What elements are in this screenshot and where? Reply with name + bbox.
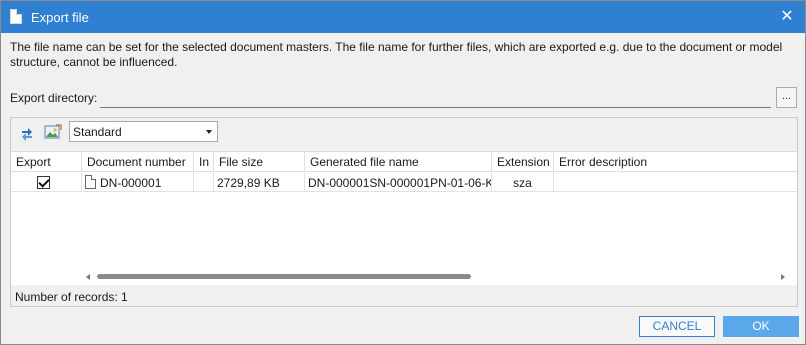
column-header-export[interactable]: Export (11, 152, 82, 172)
export-directory-label: Export directory: (10, 91, 98, 105)
scroll-left-icon[interactable] (86, 274, 90, 280)
export-directory-input[interactable] (100, 87, 771, 108)
table-row-error-description-cell (554, 173, 797, 192)
table-row-in-cell (194, 173, 214, 192)
document-icon (85, 175, 96, 189)
export-file-dialog: Export file ✕ The file name can be set f… (0, 0, 806, 345)
toolbar: Standard (11, 118, 797, 148)
export-table: Export Document number In File size Gene… (11, 151, 797, 285)
info-text: The file name can be set for the selecte… (10, 40, 783, 69)
column-header-error-description[interactable]: Error description (554, 152, 797, 172)
column-header-extension[interactable]: Extension (492, 152, 554, 172)
table-row-export-cell (11, 173, 82, 192)
record-count: Number of records: 1 (15, 290, 128, 304)
close-icon[interactable]: ✕ (769, 1, 805, 33)
export-checkbox[interactable] (37, 176, 50, 189)
table-row-document-number-cell: DN-000001 (82, 173, 194, 192)
chevron-down-icon (206, 130, 212, 134)
window-title: Export file (31, 10, 89, 25)
view-select[interactable]: Standard (69, 121, 218, 142)
cancel-button[interactable]: CANCEL (639, 316, 715, 337)
browse-button[interactable]: ... (776, 87, 797, 108)
document-icon (10, 9, 22, 24)
picture-icon[interactable] (44, 124, 62, 140)
view-select-value: Standard (73, 125, 122, 139)
table-row-generated-file-name-cell[interactable]: DN-000001SN-000001PN-01-06-K (305, 173, 492, 192)
document-number: DN-000001 (100, 176, 162, 190)
column-header-in[interactable]: In (194, 152, 214, 172)
refresh-arrows-icon[interactable] (19, 125, 35, 141)
scrollbar-thumb[interactable] (97, 274, 471, 279)
ok-button[interactable]: OK (723, 316, 799, 337)
export-panel: Standard Export Document number In File … (10, 117, 798, 307)
column-header-file-size[interactable]: File size (214, 152, 305, 172)
title-bar: Export file ✕ (1, 1, 805, 33)
horizontal-scrollbar[interactable] (11, 270, 797, 284)
column-header-generated-file-name[interactable]: Generated file name (305, 152, 492, 172)
table-row-extension-cell: sza (492, 173, 554, 192)
column-header-document-number[interactable]: Document number (82, 152, 194, 172)
scroll-right-icon[interactable] (781, 274, 785, 280)
table-row-file-size-cell: 2729,89 KB (214, 173, 305, 192)
